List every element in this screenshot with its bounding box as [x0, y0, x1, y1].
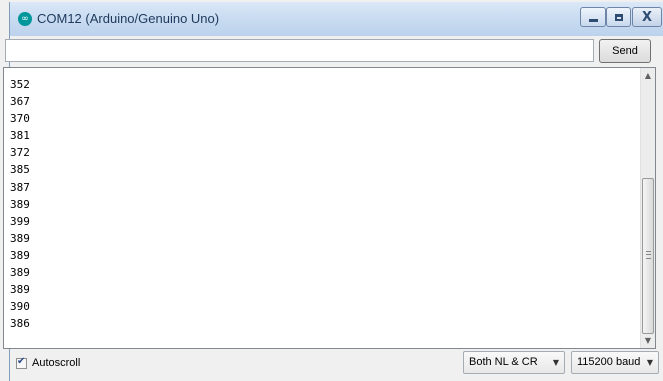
serial-output-area[interactable]: 352 367 370 381 372 385 387 389 399 389 389 389 389 3… — [3, 67, 656, 349]
minimize-button[interactable] — [580, 7, 606, 27]
output-line: 370 — [10, 112, 30, 126]
scroll-up-arrow-icon[interactable]: ▲ — [641, 68, 655, 83]
output-line: 389 — [10, 266, 30, 280]
output-line: 390 — [10, 300, 30, 314]
line-ending-select[interactable]: Both NL & CR ▼ — [463, 351, 565, 374]
output-line: 389 — [10, 231, 30, 245]
arduino-logo-icon: ∞ — [18, 12, 32, 26]
output-line: 389 — [10, 197, 30, 211]
maximize-button[interactable] — [606, 7, 631, 27]
vertical-scrollbar[interactable]: ▲ ▼ — [640, 68, 655, 348]
output-line: 399 — [10, 214, 30, 228]
send-input[interactable] — [5, 39, 594, 62]
chevron-down-icon: ▼ — [646, 358, 653, 367]
scroll-thumb[interactable] — [642, 178, 654, 334]
window-title: COM12 (Arduino/Genuino Uno) — [37, 11, 220, 26]
line-ending-value: Both NL & CR — [469, 356, 538, 368]
output-line: 385 — [10, 163, 30, 177]
output-line: 389 — [10, 248, 30, 262]
close-icon: X — [641, 9, 653, 25]
scroll-down-arrow-icon[interactable]: ▼ — [641, 333, 655, 348]
maximize-icon — [614, 13, 623, 21]
send-button[interactable]: Send — [599, 39, 651, 63]
baud-rate-select[interactable]: 115200 baud ▼ — [571, 351, 659, 374]
output-line: 352 — [10, 78, 30, 91]
checkmark-icon: ✔ — [17, 356, 26, 367]
title-bar[interactable]: ∞ COM12 (Arduino/Genuino Uno) X — [10, 2, 663, 36]
minimize-icon — [588, 18, 598, 22]
autoscroll-checkbox[interactable]: ✔ — [16, 356, 27, 369]
chevron-down-icon: ▼ — [552, 358, 559, 367]
output-line: 381 — [10, 129, 30, 143]
output-line: 367 — [10, 95, 30, 109]
close-button[interactable]: X — [632, 7, 662, 27]
baud-rate-value: 115200 baud — [577, 356, 641, 368]
autoscroll-label: Autoscroll — [32, 357, 81, 369]
grip-icon — [646, 251, 651, 259]
output-line: 389 — [10, 283, 30, 297]
output-line: 387 — [10, 180, 30, 194]
output-line: 372 — [10, 146, 30, 160]
output-line: 386 — [10, 317, 30, 331]
serial-output-lines: 352 367 370 381 372 385 387 389 399 389 389 389 389 3… — [10, 76, 30, 332]
